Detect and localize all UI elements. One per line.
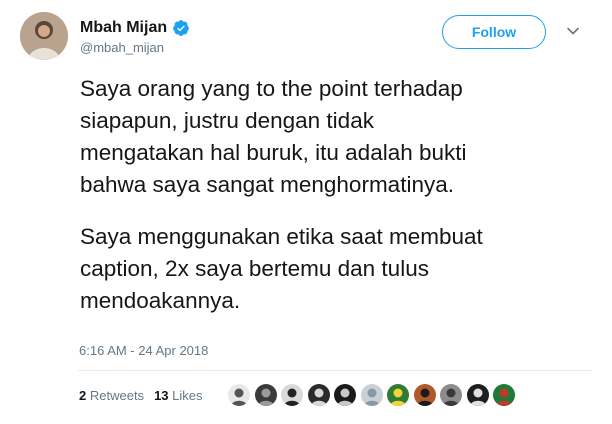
liker-avatar[interactable]	[493, 384, 515, 406]
liker-avatar[interactable]	[413, 384, 436, 406]
retweets-count: 2	[79, 388, 87, 403]
chevron-down-icon[interactable]	[566, 24, 580, 38]
retweets-label: Retweets	[89, 388, 145, 403]
display-name[interactable]: Mbah Mijan	[80, 19, 167, 37]
liker-avatar[interactable]	[360, 384, 383, 406]
verified-badge-icon	[172, 19, 190, 37]
divider	[78, 370, 592, 371]
liker-avatar[interactable]	[440, 384, 462, 406]
liker-avatar[interactable]	[228, 384, 250, 406]
likes-count: 13	[154, 388, 169, 403]
retweets-stat[interactable]: 2 Retweets	[79, 388, 144, 403]
tweet-text: Saya orang yang to the point terhadap si…	[80, 73, 595, 317]
avatar-photo-icon	[20, 12, 68, 60]
likes-stat[interactable]: 13 Likes	[154, 388, 202, 403]
liker-avatars	[228, 384, 520, 406]
tweet-stats: 2 Retweets 13 Likes	[79, 388, 213, 403]
tweet-paragraph: Saya menggunakan etika saat membuat capt…	[80, 224, 483, 313]
liker-avatar[interactable]	[466, 384, 489, 406]
avatar[interactable]	[20, 12, 68, 60]
user-handle[interactable]: @mbah_mijan	[80, 40, 190, 55]
liker-avatar[interactable]	[254, 384, 277, 406]
follow-button[interactable]: Follow	[442, 15, 546, 49]
tweet-header: Mbah Mijan @mbah_mijan Follow	[20, 12, 592, 64]
tweet-paragraph: Saya orang yang to the point terhadap si…	[80, 76, 467, 197]
tweet-timestamp[interactable]: 6:16 AM - 24 Apr 2018	[79, 343, 208, 358]
likes-label: Likes	[172, 388, 203, 403]
liker-avatar[interactable]	[307, 384, 330, 406]
liker-avatar[interactable]	[334, 384, 356, 406]
user-info: Mbah Mijan @mbah_mijan	[80, 18, 190, 55]
liker-avatar[interactable]	[387, 384, 409, 406]
liker-avatar[interactable]	[281, 384, 303, 406]
